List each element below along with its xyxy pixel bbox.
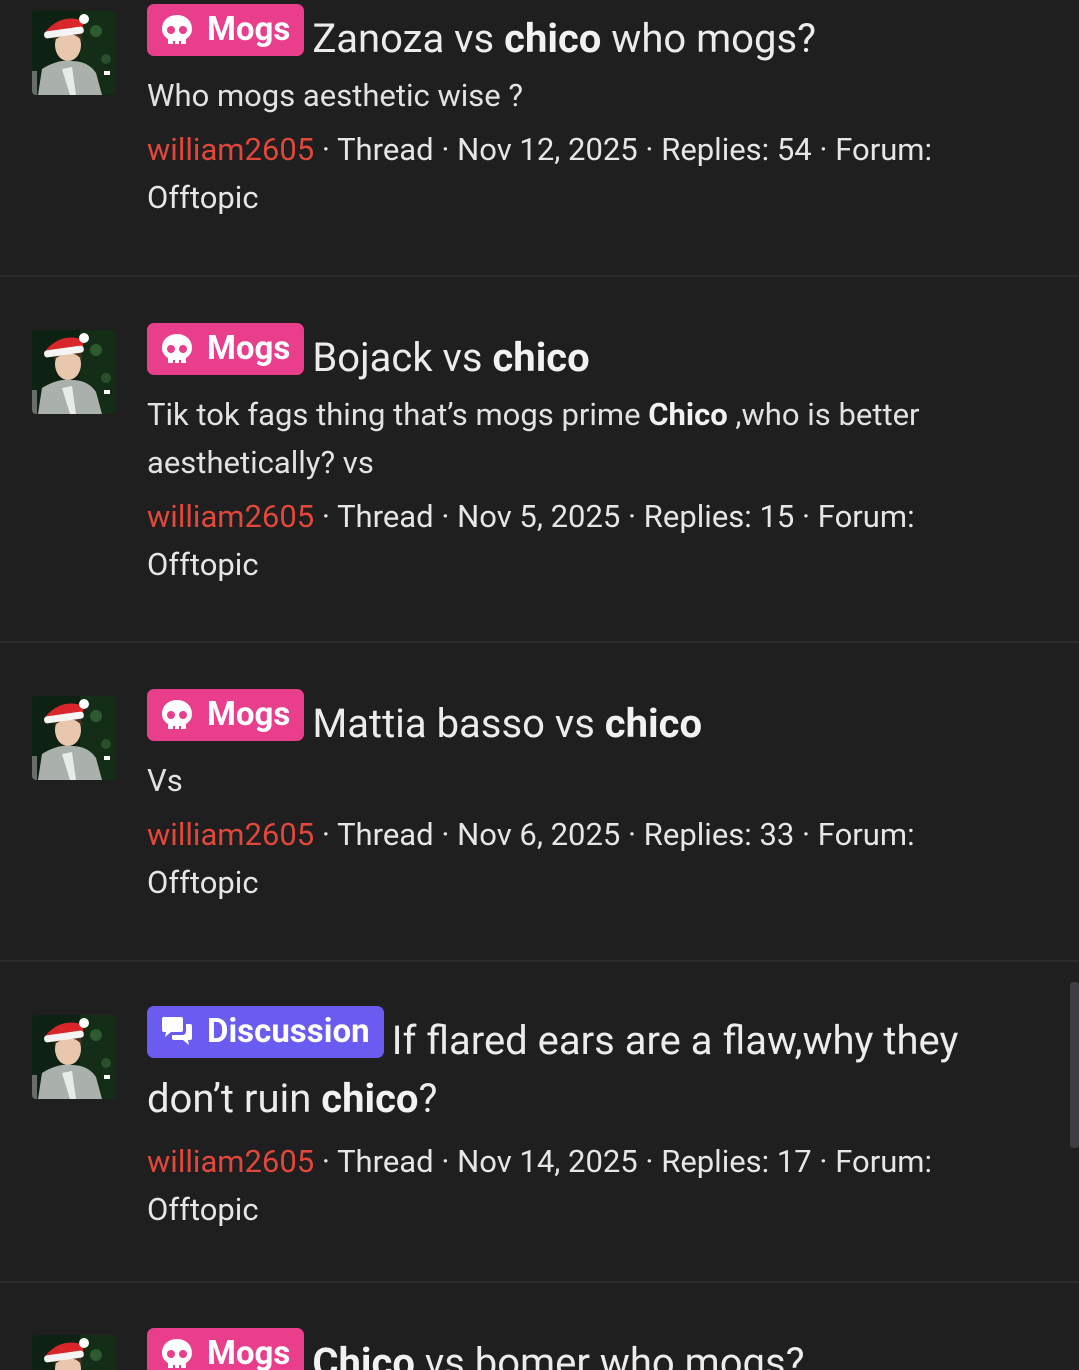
avatar-image <box>32 1015 116 1099</box>
prefix-badge-mogs[interactable]: Mogs <box>147 1328 305 1370</box>
prefix-badge-mogs[interactable]: Mogs <box>147 4 305 56</box>
thread-title[interactable]: Mogs Bojack vs chico <box>147 323 1017 387</box>
thread-date: Nov 6, 2025 <box>457 816 621 853</box>
thread-date: Nov 12, 2025 <box>457 131 638 168</box>
username-link[interactable]: william2605 <box>147 131 314 168</box>
forum-link[interactable]: Offtopic <box>147 1191 259 1228</box>
thread-title[interactable]: Mogs Chico vs bomer who mogs? <box>147 1328 1017 1370</box>
username-link[interactable]: william2605 <box>147 498 314 535</box>
prefix-label: Mogs <box>207 329 291 368</box>
avatar-image <box>32 330 116 414</box>
forum-link[interactable]: Offtopic <box>147 179 259 216</box>
search-result: Discussion If flared ears are a flaw,why… <box>0 962 1079 1283</box>
reply-count: Replies: 33 <box>643 816 795 853</box>
prefix-badge-mogs[interactable]: Mogs <box>147 689 305 741</box>
prefix-badge-mogs[interactable]: Mogs <box>147 323 305 375</box>
thread-snippet: Vs <box>147 762 183 799</box>
avatar-image <box>32 11 116 95</box>
comments-icon <box>162 1017 192 1045</box>
thread-title[interactable]: Mogs Mattia basso vs chico <box>147 689 1017 753</box>
thread-snippet: Tik tok fags thing that’s mogs prime Chi… <box>147 396 920 481</box>
thread-meta: william2605 · Thread · Nov 12, 2025 · Re… <box>147 131 933 216</box>
thread-title[interactable]: Mogs Zanoza vs chico who mogs? <box>147 4 1017 68</box>
username-link[interactable]: william2605 <box>147 816 314 853</box>
highlight: chico <box>504 15 602 62</box>
skull-icon <box>162 700 192 729</box>
thread-meta: william2605 · Thread · Nov 6, 2025 · Rep… <box>147 816 915 901</box>
prefix-label: Mogs <box>207 1334 291 1370</box>
skull-icon <box>162 334 192 363</box>
title-text: Chico vs bomer who mogs? <box>312 1339 804 1370</box>
thread-date: Nov 5, 2025 <box>457 498 621 535</box>
title-text: Mattia basso vs chico <box>312 700 703 747</box>
highlight: Chico <box>312 1339 415 1370</box>
thread-snippet: Who mogs aesthetic wise ? <box>147 77 524 114</box>
avatar-image <box>32 696 116 780</box>
highlight: chico <box>492 334 590 381</box>
avatar[interactable] <box>32 1015 116 1099</box>
search-result: Mogs Bojack vs chico Tik tok fags thing … <box>0 277 1079 643</box>
title-text: Bojack vs chico <box>312 334 590 381</box>
thread-meta: william2605 · Thread · Nov 14, 2025 · Re… <box>147 1143 933 1228</box>
thread-meta: william2605 · Thread · Nov 5, 2025 · Rep… <box>147 498 915 583</box>
reply-count: Replies: 15 <box>643 498 795 535</box>
skull-icon <box>162 15 192 44</box>
thread-title[interactable]: Discussion If flared ears are a flaw,why… <box>147 1006 1017 1128</box>
reply-count: Replies: 54 <box>661 131 812 168</box>
title-text: Zanoza vs chico who mogs? <box>312 15 817 62</box>
skull-icon <box>162 1339 192 1368</box>
prefix-label: Mogs <box>207 695 291 734</box>
search-result: Mogs Chico vs bomer who mogs? <box>0 1283 1079 1370</box>
prefix-label: Discussion <box>207 1012 370 1051</box>
avatar[interactable] <box>32 330 116 414</box>
forum-link[interactable]: Offtopic <box>147 864 259 901</box>
prefix-label: Mogs <box>207 10 291 49</box>
highlight: chico <box>321 1075 419 1122</box>
avatar-image <box>32 1335 116 1370</box>
prefix-badge-discussion[interactable]: Discussion <box>147 1006 384 1058</box>
scrollbar-thumb[interactable] <box>1070 982 1079 1148</box>
avatar[interactable] <box>32 696 116 780</box>
avatar[interactable] <box>32 11 116 95</box>
forum-link[interactable]: Offtopic <box>147 546 259 583</box>
thread-date: Nov 14, 2025 <box>457 1143 638 1180</box>
avatar[interactable] <box>32 1335 116 1370</box>
search-result: Mogs Zanoza vs chico who mogs? Who mogs … <box>0 0 1079 277</box>
username-link[interactable]: william2605 <box>147 1143 314 1180</box>
search-result: Mogs Mattia basso vs chico Vs william260… <box>0 643 1079 962</box>
reply-count: Replies: 17 <box>661 1143 812 1180</box>
highlight: chico <box>604 700 703 747</box>
highlight: Chico <box>648 396 728 433</box>
